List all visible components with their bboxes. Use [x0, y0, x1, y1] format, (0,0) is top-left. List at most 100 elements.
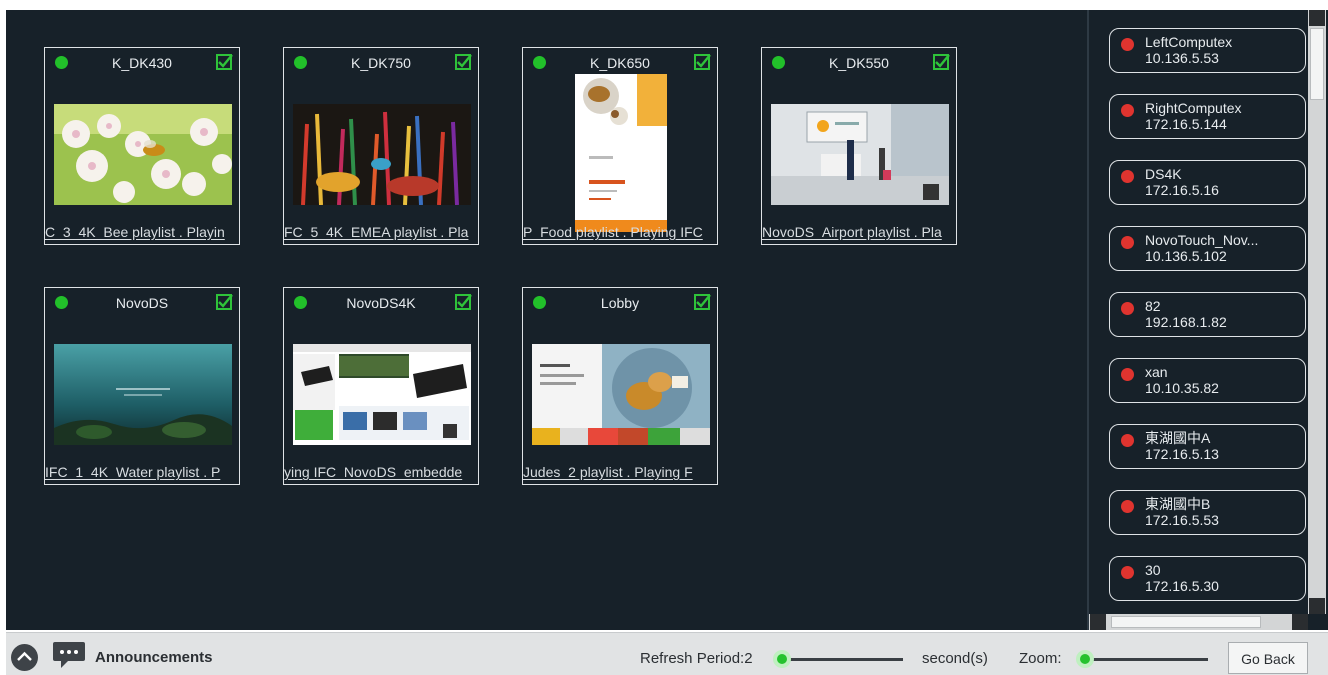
airport-image [771, 104, 949, 205]
announcement-icon[interactable] [53, 642, 85, 668]
screen-preview[interactable] [575, 74, 667, 232]
playlist-caption[interactable]: P_Food playlist . Playing IFC [523, 222, 717, 244]
device-name: 82 [1145, 298, 1161, 314]
offline-status-dot [1121, 434, 1134, 447]
screen-tile-novods4k[interactable]: NovoDS4K ying IFC_NovoDS_embedde [283, 287, 479, 485]
screen-tile-k-dk650[interactable]: K_DK650 P_Food playlist . Playing IFC [522, 47, 718, 245]
device-item-leftcomputex[interactable]: LeftComputex 10.136.5.53 [1109, 28, 1306, 73]
playlist-caption[interactable]: FC_5_4K_EMEA playlist . Pla [284, 222, 478, 244]
blossom-bee-image [54, 104, 232, 205]
scrollbar-thumb[interactable] [1310, 28, 1324, 100]
device-name: 30 [1145, 562, 1161, 578]
device-item-xan[interactable]: xan 10.10.35.82 [1109, 358, 1306, 403]
screen-tile-k-dk550[interactable]: K_DK550 NovoDS_Airport playlist . Pla [761, 47, 957, 245]
device-item-ds4k[interactable]: DS4K 172.16.5.16 [1109, 160, 1306, 205]
device-ip: 192.168.1.82 [1145, 314, 1227, 330]
announcements-label[interactable]: Announcements [95, 649, 213, 666]
screen-preview[interactable] [293, 344, 471, 445]
playlist-caption[interactable]: C_3_4K_Bee playlist . Playin [45, 222, 239, 244]
select-checkbox[interactable] [933, 54, 950, 70]
screen-tile-k-dk430[interactable]: K_DK430 C_3_4K_Bee playlist . Playin [44, 47, 240, 245]
screen-name: NovoDS4K [346, 295, 416, 311]
playlist-caption[interactable]: ying IFC_NovoDS_embedde [284, 462, 478, 484]
select-checkbox[interactable] [694, 54, 711, 70]
playlist-caption[interactable]: IFC_1_4K_Water playlist . P [45, 462, 239, 484]
device-item-donghu-b[interactable]: 東湖國中B 172.16.5.53 [1109, 490, 1306, 535]
device-list-panel: LeftComputex 10.136.5.53 RightComputex 1… [1089, 10, 1328, 630]
device-item-novotouch[interactable]: NovoTouch_Nov... 10.136.5.102 [1109, 226, 1306, 271]
screen-preview[interactable] [54, 344, 232, 445]
playlist-caption[interactable]: Judes_2 playlist . Playing F [523, 462, 717, 484]
select-checkbox[interactable] [694, 294, 711, 310]
scroll-up-arrow-icon[interactable] [1309, 10, 1325, 26]
screen-preview[interactable] [54, 104, 232, 205]
device-name: 東湖國中A [1145, 430, 1211, 446]
offline-status-dot [1121, 170, 1134, 183]
device-name: NovoTouch_Nov... [1145, 232, 1259, 248]
device-ip: 172.16.5.13 [1145, 446, 1219, 462]
screen-name: NovoDS [115, 295, 169, 311]
refresh-period-label: Refresh Period:2 [640, 650, 753, 667]
screen-preview[interactable] [293, 104, 471, 205]
vertical-scrollbar[interactable] [1308, 10, 1326, 614]
online-status-dot [55, 296, 68, 309]
device-ip: 172.16.5.16 [1145, 182, 1219, 198]
checkmark-icon [457, 54, 472, 68]
online-status-dot [533, 56, 546, 69]
screen-preview[interactable] [532, 344, 710, 445]
device-name: xan [1145, 364, 1168, 380]
screen-tile-lobby[interactable]: Lobby Judes_2 playlist . Playing F [522, 287, 718, 485]
app-window: K_DK430 C_3_4K_Bee playlist . Playin K_D… [0, 0, 1328, 675]
slider-track [775, 658, 903, 661]
screen-preview[interactable] [771, 104, 949, 205]
select-checkbox[interactable] [455, 54, 472, 70]
screen-name: K_DK550 [829, 55, 889, 71]
bottom-toolbar: Announcements Refresh Period:2 second(s)… [6, 632, 1328, 675]
device-ip: 10.136.5.53 [1145, 50, 1219, 66]
collapse-chevron-icon[interactable] [11, 644, 38, 671]
select-checkbox[interactable] [216, 294, 233, 310]
scrollbar-thumb[interactable] [1111, 616, 1261, 628]
horizontal-scrollbar[interactable] [1089, 614, 1308, 630]
device-item-donghu-a[interactable]: 東湖國中A 172.16.5.13 [1109, 424, 1306, 469]
device-item-82[interactable]: 82 192.168.1.82 [1109, 292, 1306, 337]
offline-status-dot [1121, 38, 1134, 51]
slider-track [1078, 658, 1208, 661]
checkmark-icon [696, 54, 711, 68]
online-status-dot [772, 56, 785, 69]
checkmark-icon [457, 294, 472, 308]
device-name: RightComputex [1145, 100, 1242, 116]
device-ip: 172.16.5.144 [1145, 116, 1227, 132]
offline-status-dot [1121, 104, 1134, 117]
offline-status-dot [1121, 302, 1134, 315]
novods-product-image [293, 344, 471, 445]
offline-status-dot [1121, 566, 1134, 579]
device-item-rightcomputex[interactable]: RightComputex 172.16.5.144 [1109, 94, 1306, 139]
slider-handle[interactable] [1076, 650, 1094, 668]
scroll-right-arrow-icon[interactable] [1292, 614, 1308, 630]
underwater-image [54, 344, 232, 445]
zoom-slider[interactable] [1076, 649, 1208, 669]
device-name: 東湖國中B [1145, 496, 1211, 512]
device-name: DS4K [1145, 166, 1182, 182]
zoom-label: Zoom: [1019, 650, 1062, 667]
device-ip: 10.136.5.102 [1145, 248, 1227, 264]
screen-name: K_DK650 [590, 55, 650, 71]
device-ip: 10.10.35.82 [1145, 380, 1219, 396]
glass-art-image [293, 104, 471, 205]
go-back-button[interactable]: Go Back [1228, 642, 1308, 674]
scroll-left-arrow-icon[interactable] [1090, 614, 1106, 630]
select-checkbox[interactable] [455, 294, 472, 310]
scroll-down-arrow-icon[interactable] [1309, 598, 1325, 614]
device-item-30[interactable]: 30 172.16.5.30 [1109, 556, 1306, 601]
screen-tile-novods[interactable]: NovoDS IFC_1_4K_Water playlist . P [44, 287, 240, 485]
playlist-caption[interactable]: NovoDS_Airport playlist . Pla [762, 222, 956, 244]
screen-name: Lobby [600, 295, 640, 311]
offline-status-dot [1121, 368, 1134, 381]
screen-tile-k-dk750[interactable]: K_DK750 FC_5_4K_EMEA playlist . Pla [283, 47, 479, 245]
device-ip: 172.16.5.53 [1145, 512, 1219, 528]
online-status-dot [533, 296, 546, 309]
select-checkbox[interactable] [216, 54, 233, 70]
refresh-period-slider[interactable] [773, 649, 903, 669]
slider-handle[interactable] [773, 650, 791, 668]
